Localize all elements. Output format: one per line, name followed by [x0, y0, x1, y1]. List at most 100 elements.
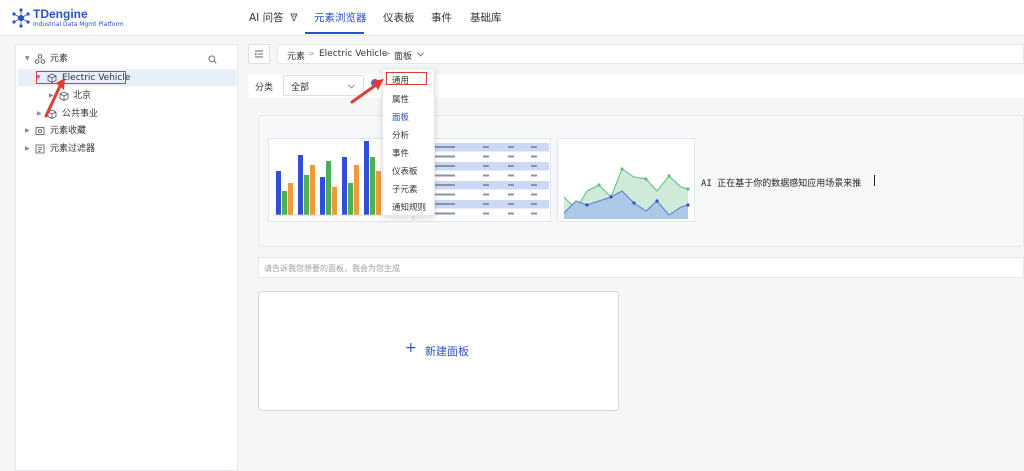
breadcrumb-item[interactable]: 元素 — [287, 49, 305, 62]
breadcrumb-separator: > — [308, 49, 315, 58]
search-icon[interactable] — [208, 55, 217, 64]
thumbnail-bar — [298, 155, 303, 215]
tree-item-favorites[interactable]: ▶ 元素收藏 — [0, 122, 200, 140]
tab-ai-qa[interactable]: AI 问答 — [249, 0, 299, 36]
panel-prompt-input[interactable] — [264, 261, 964, 275]
menu-fold-icon — [254, 50, 263, 58]
menu-item-attributes[interactable]: 属性 — [392, 93, 409, 105]
chevron-right-icon[interactable]: ▶ — [49, 87, 54, 105]
panel-prompt-field[interactable] — [258, 257, 1024, 278]
cube-icon — [59, 91, 69, 101]
menu-item-child-elements[interactable]: 子元素 — [392, 183, 418, 195]
thumbnail-table-cell — [483, 146, 489, 148]
menu-item-panels[interactable]: 面板 — [392, 111, 409, 123]
menu-item-dashboards[interactable]: 仪表板 — [392, 165, 418, 177]
thumbnail-table-cell — [508, 212, 514, 215]
category-select-value: 全部 — [291, 83, 310, 93]
breadcrumb-item-current[interactable]: 面板 — [394, 49, 412, 62]
tree-item-label: 北京 — [73, 91, 92, 101]
ai-generating-status: AI 正在基于你的数据感知应用场景来推 — [701, 179, 862, 189]
table-preview — [418, 143, 549, 218]
thumbnail-table-cell — [508, 155, 514, 158]
tab-events[interactable]: 事件 — [431, 0, 452, 36]
menu-item-analysis[interactable]: 分析 — [392, 129, 409, 141]
thumbnail-bar — [276, 171, 281, 215]
collapse-tree-button[interactable] — [248, 44, 270, 64]
tab-dashboard[interactable]: 仪表板 — [383, 0, 415, 36]
thumbnail-table-cell — [531, 174, 537, 177]
thumbnail-table-cell — [508, 146, 514, 148]
thumbnail-bar — [326, 161, 331, 215]
thumbnail-bar — [310, 165, 315, 215]
thumbnail-table-cell — [508, 193, 514, 196]
chevron-right-icon[interactable]: ▶ — [37, 105, 42, 123]
chevron-down-icon — [348, 84, 355, 89]
thumbnail-bar — [288, 183, 293, 215]
thumbnail-bar — [304, 175, 309, 215]
tree-item-beijing[interactable]: ▶ 北京 — [0, 87, 200, 105]
thumbnail-table-cell — [483, 184, 489, 186]
thumbnail-bar — [370, 157, 375, 215]
area-chart-thumbnail[interactable] — [557, 138, 695, 222]
tree-item-filters[interactable]: ▶ 元素过滤器 — [0, 140, 200, 158]
thumbnail-table-cell — [508, 174, 514, 177]
logo-icon — [12, 8, 30, 28]
text-cursor — [874, 175, 875, 186]
tab-library[interactable]: 基础库 — [470, 0, 502, 36]
annotation-highlight-box — [386, 72, 427, 85]
thumbnail-table-cell — [531, 193, 537, 196]
menu-item-notification-rules[interactable]: 通知规则 — [392, 201, 426, 213]
thumbnail-table-cell — [483, 165, 489, 167]
thumbnail-table-cell — [531, 184, 537, 186]
logo-title: TDengine — [33, 7, 88, 21]
dropdown-anchor-dot — [371, 79, 379, 87]
chevron-right-icon[interactable]: ▶ — [25, 140, 30, 158]
thumbnail-bar — [320, 177, 325, 215]
thumbnail-table-cell — [508, 184, 514, 186]
filter-list-icon — [35, 144, 45, 154]
active-tab-indicator — [305, 32, 364, 34]
sparkle-icon — [290, 13, 298, 23]
tree-item-label: 元素过滤器 — [50, 144, 96, 154]
tree-item-label: 元素收藏 — [50, 126, 87, 136]
thumbnail-table-cell — [531, 165, 537, 167]
top-bar: TDengine Industrial Data Mgmt Platform A… — [0, 0, 1024, 36]
tree-root-label: 元素 — [50, 54, 69, 64]
chevron-down-icon[interactable] — [417, 52, 424, 57]
tab-ai-qa-label: AI 问答 — [249, 12, 284, 24]
thumbnail-table-cell — [483, 174, 489, 177]
thumbnail-table-cell — [508, 203, 514, 205]
new-panel-card[interactable]: + 新建面板 — [258, 291, 619, 411]
logo-subtitle: Industrial Data Mgmt Platform — [33, 21, 124, 28]
filter-label: 分类 — [255, 83, 274, 93]
menu-item-events[interactable]: 事件 — [392, 147, 409, 159]
annotation-highlight-box — [36, 71, 126, 84]
tree-item-public-utility[interactable]: ▶ 公共事业 — [0, 105, 200, 123]
thumbnail-table-cell — [483, 203, 489, 205]
thumbnail-table-cell — [531, 155, 537, 158]
logo[interactable]: TDengine Industrial Data Mgmt Platform — [11, 6, 151, 30]
breadcrumb-dropdown-menu: 通用 属性 面板 分析 事件 仪表板 子元素 通知规则 — [382, 68, 435, 216]
category-select[interactable]: 全部 — [283, 75, 364, 96]
breadcrumb-separator: > — [384, 49, 391, 58]
tree-root[interactable]: ▼ 元素 — [0, 50, 200, 68]
tab-element-browser[interactable]: 元素浏览器 — [314, 0, 367, 36]
thumbnail-bar — [282, 191, 287, 215]
favorites-icon — [35, 127, 45, 135]
thumbnail-table-cell — [531, 146, 537, 148]
cube-icon — [47, 109, 57, 119]
breadcrumb-item[interactable]: Electric Vehicle — [319, 49, 387, 59]
new-panel-label: 新建面板 — [425, 345, 469, 358]
filter-bar: 分类 — [248, 74, 1024, 98]
panel-suggestions-row — [258, 115, 1024, 247]
thumbnail-bar — [348, 183, 353, 215]
plus-icon: + — [405, 340, 417, 356]
thumbnail-table-cell — [483, 212, 489, 215]
thumbnail-table-cell — [483, 193, 489, 196]
thumbnail-bar — [364, 141, 369, 215]
thumbnail-table-cell — [531, 212, 537, 215]
chevron-down-icon[interactable]: ▼ — [25, 50, 30, 68]
thumbnail-bar — [342, 157, 347, 215]
tree-item-label: 公共事业 — [62, 109, 99, 119]
chevron-right-icon[interactable]: ▶ — [25, 122, 30, 140]
